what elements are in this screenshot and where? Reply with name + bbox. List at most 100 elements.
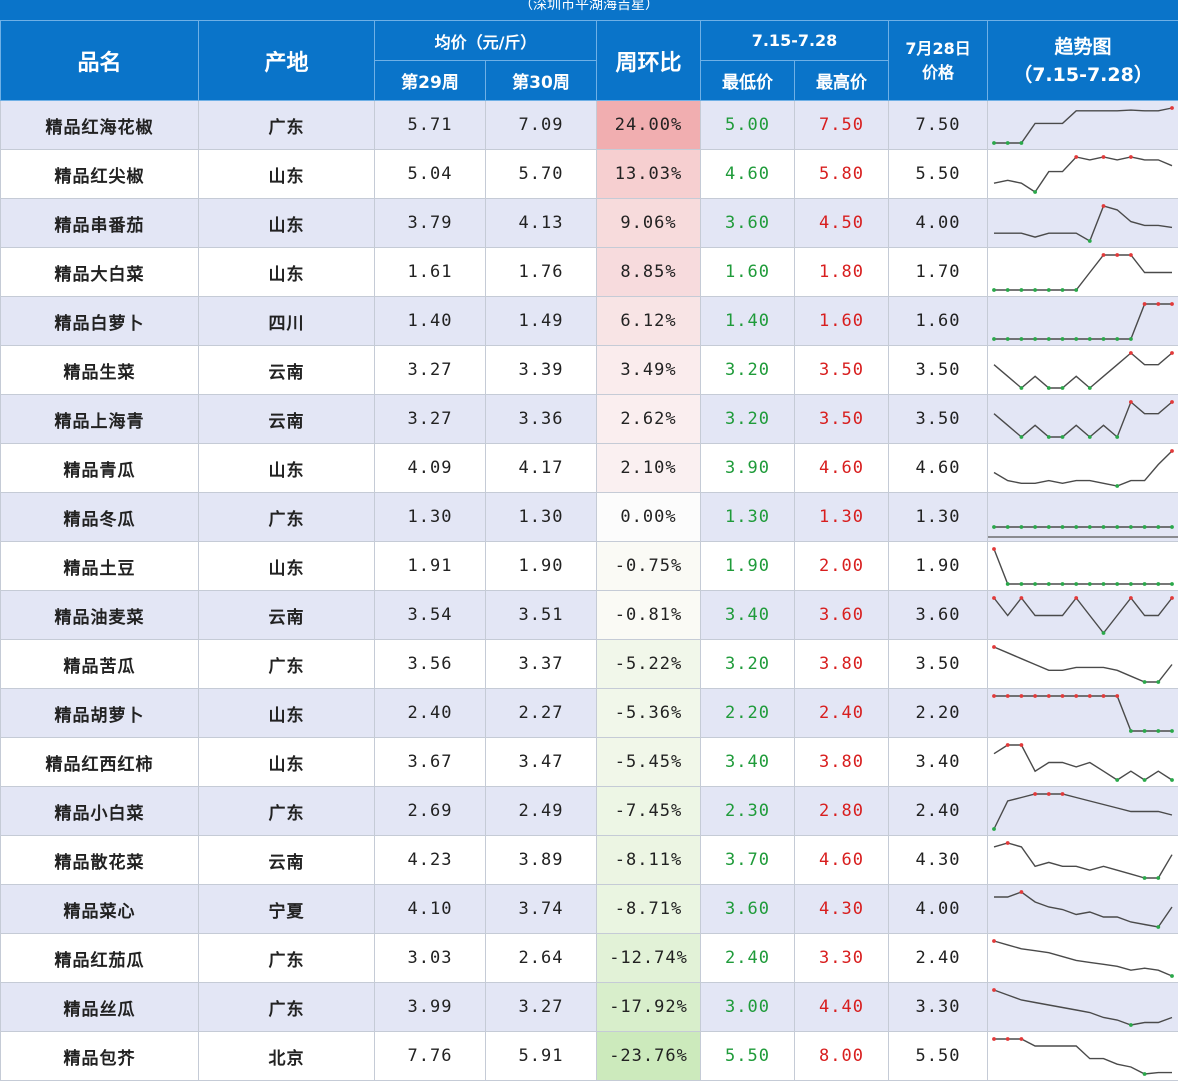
table-row: 精品胡萝卜山东2.402.27-5.36%2.202.402.20 — [1, 689, 1178, 738]
sparkline-high-point — [1006, 743, 1010, 747]
sparkline-high-point — [1170, 106, 1174, 110]
sparkline-chart — [988, 200, 1178, 247]
sparkline-line — [994, 108, 1172, 143]
min-price: 5.50 — [701, 1032, 795, 1081]
week30-price: 3.36 — [486, 395, 597, 444]
product-name: 精品小白菜 — [1, 787, 199, 836]
sparkline-low-point — [1156, 680, 1160, 684]
wow-change: -17.92% — [597, 983, 701, 1032]
max-price: 4.40 — [795, 983, 889, 1032]
max-price: 4.60 — [795, 836, 889, 885]
week29-price: 1.91 — [375, 542, 486, 591]
jul28-price: 4.30 — [889, 836, 988, 885]
sparkline-high-point — [992, 988, 996, 992]
week29-price: 3.03 — [375, 934, 486, 983]
sparkline-low-point — [1020, 288, 1024, 292]
sparkline-low-point — [1170, 974, 1174, 978]
week30-price: 2.49 — [486, 787, 597, 836]
jul28-price: 4.00 — [889, 885, 988, 934]
sparkline-high-point — [1129, 155, 1133, 159]
price-report: （深圳市平湖海吉星） 品名 产地 均价（元/斤） 周环比 7.15-7.28 7… — [0, 0, 1178, 1080]
sparkline-line — [994, 892, 1172, 927]
sparkline-chart — [988, 641, 1178, 688]
sparkline-line — [994, 990, 1172, 1025]
max-price: 3.60 — [795, 591, 889, 640]
max-price: 3.50 — [795, 395, 889, 444]
sparkline-high-point — [1102, 155, 1106, 159]
sparkline-point — [1033, 525, 1037, 529]
origin: 山东 — [199, 689, 375, 738]
trend-sparkline — [988, 983, 1178, 1032]
wow-change: -5.45% — [597, 738, 701, 787]
sparkline-high-point — [1129, 351, 1133, 355]
min-price: 3.20 — [701, 395, 795, 444]
trend-sparkline — [988, 542, 1178, 591]
wow-change: -12.74% — [597, 934, 701, 983]
origin: 广东 — [199, 640, 375, 689]
sparkline-line — [994, 843, 1172, 878]
sparkline-chart — [988, 739, 1178, 786]
max-price: 3.30 — [795, 934, 889, 983]
max-price: 5.80 — [795, 150, 889, 199]
sparkline-line — [994, 696, 1172, 731]
sparkline-high-point — [1020, 1037, 1024, 1041]
origin: 云南 — [199, 591, 375, 640]
sparkline-low-point — [1156, 876, 1160, 880]
header-trend-line1: 趋势图 — [988, 33, 1178, 61]
origin: 广东 — [199, 493, 375, 542]
sparkline-chart — [988, 494, 1178, 541]
sparkline-chart — [988, 249, 1178, 296]
sparkline-high-point — [1143, 302, 1147, 306]
origin: 山东 — [199, 150, 375, 199]
max-price: 1.80 — [795, 248, 889, 297]
wow-change: 8.85% — [597, 248, 701, 297]
sparkline-line — [994, 1039, 1172, 1074]
sparkline-high-point — [1170, 596, 1174, 600]
sparkline-low-point — [1006, 582, 1010, 586]
sparkline-high-point — [1020, 694, 1024, 698]
sparkline-low-point — [1088, 386, 1092, 390]
sparkline-high-point — [1102, 694, 1106, 698]
sparkline-point — [1115, 525, 1119, 529]
table-row: 精品生菜云南3.273.393.49%3.203.503.50 — [1, 346, 1178, 395]
max-price: 4.60 — [795, 444, 889, 493]
sparkline-low-point — [1115, 484, 1119, 488]
sparkline-low-point — [1047, 386, 1051, 390]
min-price: 3.40 — [701, 738, 795, 787]
origin: 四川 — [199, 297, 375, 346]
sparkline-line — [994, 941, 1172, 976]
week30-price: 1.76 — [486, 248, 597, 297]
table-row: 精品红茄瓜广东3.032.64-12.74%2.403.302.40 — [1, 934, 1178, 983]
jul28-price: 3.50 — [889, 395, 988, 444]
jul28-price: 4.00 — [889, 199, 988, 248]
origin: 广东 — [199, 983, 375, 1032]
week30-price: 1.49 — [486, 297, 597, 346]
table-row: 精品包芥北京7.765.91-23.76%5.508.005.50 — [1, 1032, 1178, 1081]
trend-sparkline — [988, 101, 1178, 150]
min-price: 2.30 — [701, 787, 795, 836]
sparkline-line — [994, 157, 1172, 192]
sparkline-line — [994, 451, 1172, 486]
sparkline-high-point — [1115, 694, 1119, 698]
max-price: 4.50 — [795, 199, 889, 248]
product-name: 精品冬瓜 — [1, 493, 199, 542]
jul28-price: 2.40 — [889, 934, 988, 983]
origin: 山东 — [199, 542, 375, 591]
wow-change: 13.03% — [597, 150, 701, 199]
sparkline-high-point — [1088, 694, 1092, 698]
min-price: 3.00 — [701, 983, 795, 1032]
max-price: 2.00 — [795, 542, 889, 591]
week29-price: 4.23 — [375, 836, 486, 885]
sparkline-high-point — [1170, 302, 1174, 306]
sparkline-chart — [988, 102, 1178, 149]
product-name: 精品上海青 — [1, 395, 199, 444]
header-week29: 第29周 — [375, 61, 486, 101]
product-name: 精品散花菜 — [1, 836, 199, 885]
min-price: 4.60 — [701, 150, 795, 199]
sparkline-point — [1074, 525, 1078, 529]
sparkline-low-point — [992, 337, 996, 341]
table-row: 精品大白菜山东1.611.768.85%1.601.801.70 — [1, 248, 1178, 297]
header-jul28-line2: 价格 — [889, 61, 987, 85]
week30-price: 3.39 — [486, 346, 597, 395]
max-price: 7.50 — [795, 101, 889, 150]
